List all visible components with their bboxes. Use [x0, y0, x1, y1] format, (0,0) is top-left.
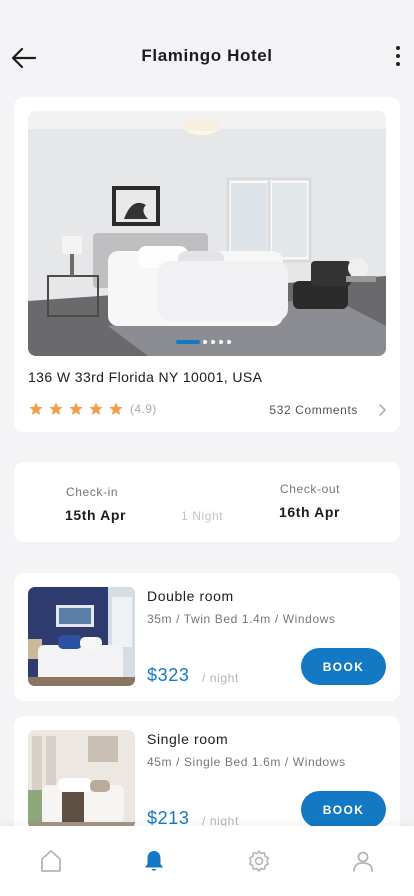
star-icon [49, 402, 63, 415]
checkout-label: Check-out [280, 482, 341, 496]
more-options-button[interactable] [392, 46, 404, 70]
book-button[interactable]: BOOK [301, 791, 386, 828]
rating-value: (4.9) [130, 402, 157, 416]
star-icon [89, 402, 103, 415]
app-header: Flamingo Hotel [0, 0, 414, 96]
room-name: Double room [147, 588, 234, 604]
profile-icon [353, 851, 373, 872]
price-unit: / night [202, 671, 239, 685]
hotel-address: 136 W 33rd Florida NY 10001, USA [28, 369, 263, 385]
tab-settings[interactable] [246, 848, 272, 874]
room-price: $323 [147, 665, 190, 685]
checkin-label: Check-in [66, 485, 119, 499]
pagination-dot[interactable] [219, 340, 223, 344]
star-rating: (4.9) [28, 401, 157, 417]
star-icon [29, 402, 43, 415]
home-icon [41, 850, 61, 872]
pagination-dot[interactable] [211, 340, 215, 344]
star-icon [69, 402, 83, 415]
room-image [28, 730, 135, 829]
pagination-dot-active[interactable] [176, 340, 200, 344]
book-button[interactable]: BOOK [301, 648, 386, 685]
photo-pagination[interactable] [176, 339, 235, 345]
pagination-dot[interactable] [203, 340, 207, 344]
checkout-date[interactable]: 16th Apr [279, 504, 340, 520]
room-card[interactable]: Double room 35m / Twin Bed 1.4m / Window… [14, 573, 400, 701]
pagination-dot[interactable] [227, 340, 231, 344]
tab-home[interactable] [38, 848, 64, 874]
room-image [28, 587, 135, 686]
hotel-card: 136 W 33rd Florida NY 10001, USA (4.9) 5… [14, 97, 400, 432]
room-details: 45m / Single Bed 1.6m / Windows [147, 755, 346, 769]
bottom-tab-bar [0, 826, 414, 896]
checkin-date[interactable]: 15th Apr [65, 507, 126, 523]
bedroom-image [28, 111, 386, 356]
chevron-right-icon[interactable] [378, 404, 386, 416]
room-details: 35m / Twin Bed 1.4m / Windows [147, 612, 336, 626]
star-icon [109, 402, 123, 415]
tab-profile[interactable] [350, 848, 376, 874]
gear-icon [249, 850, 269, 872]
hotel-photo[interactable] [28, 111, 386, 356]
tab-notifications[interactable] [141, 848, 167, 874]
nights-count: 1 Night [181, 509, 224, 523]
comments-link[interactable]: 532 Comments [269, 403, 358, 417]
more-vertical-icon [392, 46, 404, 66]
bell-icon [145, 851, 163, 871]
page-title: Flamingo Hotel [141, 46, 273, 65]
stay-dates-card[interactable]: Check-in 15th Apr 1 Night Check-out 16th… [14, 462, 400, 542]
room-name: Single room [147, 731, 229, 747]
